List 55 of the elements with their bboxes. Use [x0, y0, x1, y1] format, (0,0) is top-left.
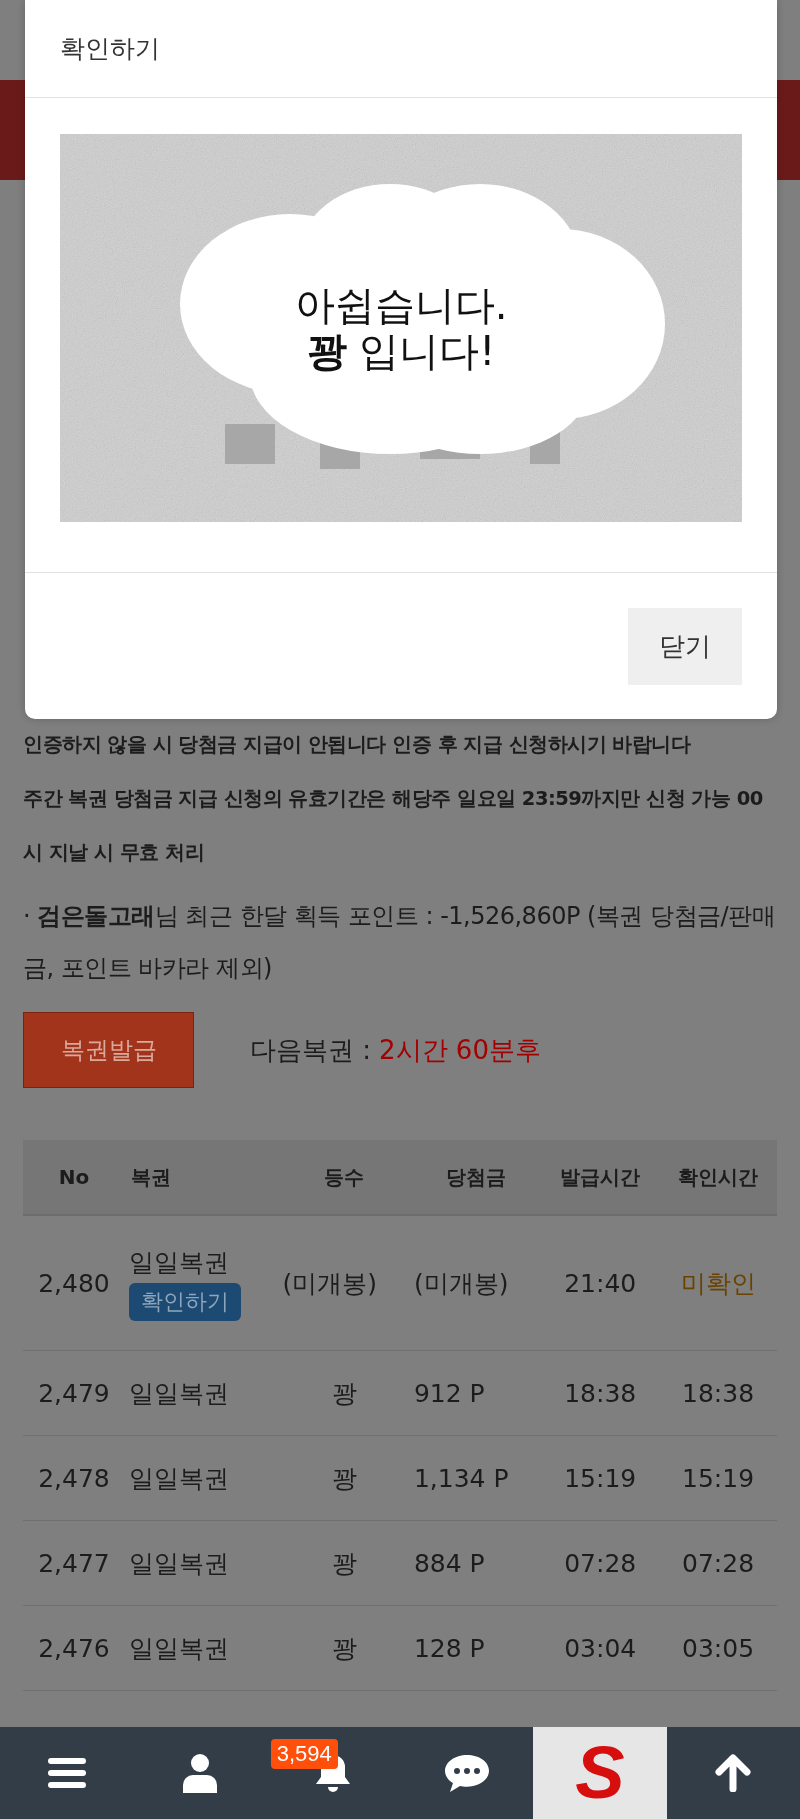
table-cell: 15:19	[659, 1435, 777, 1521]
menu-icon	[47, 1756, 86, 1790]
table-cell: 꽝	[278, 1605, 410, 1691]
close-button[interactable]: 닫기	[628, 607, 742, 685]
chat-icon	[443, 1753, 490, 1793]
logo: S	[575, 1736, 625, 1810]
table-cell: 21:40	[541, 1215, 660, 1351]
result-message: 꽝 입니다!	[306, 328, 496, 374]
table-cell: 1,134 P	[409, 1435, 542, 1521]
table-cell: 18:38	[659, 1350, 777, 1436]
column-header: No	[23, 1140, 125, 1215]
table-cell: 15:19	[541, 1435, 660, 1521]
column-header: 복권	[124, 1140, 279, 1215]
points-summary: · 검은돌고래님 최근 한달 획득 포인트 : -1,526,860P (복권 당첨금/판매금, 포인트 바카라 제외)	[23, 901, 777, 984]
user-icon	[183, 1753, 217, 1793]
issue-lottery-button[interactable]: 복권발급	[23, 1012, 194, 1088]
table-cell: 128 P	[409, 1605, 542, 1691]
dialog-title: 확인하기	[60, 33, 160, 65]
table-cell: (미개봉)	[278, 1215, 410, 1351]
next-lottery-time: 2시간 60분후	[379, 1033, 541, 1067]
table-cell: (미개봉)	[409, 1215, 542, 1351]
column-header: 확인시간	[659, 1140, 777, 1215]
table-cell: 2,480	[23, 1215, 125, 1351]
table-cell: 884 P	[409, 1520, 542, 1606]
notification-badge: 3,594	[270, 1739, 338, 1769]
table-cell: 일일복권	[124, 1435, 279, 1521]
table-cell: 꽝	[278, 1435, 410, 1521]
table-cell: 일일복권	[128, 1247, 229, 1277]
table-cell: 꽝	[278, 1520, 410, 1606]
table-cell: 일일복권	[124, 1520, 279, 1606]
table-cell: 03:04	[541, 1605, 660, 1691]
check-button[interactable]: 확인하기	[128, 1282, 241, 1321]
next-lottery-label: 다음복권 :	[250, 1033, 372, 1067]
nav-button[interactable]: 3,594	[266, 1727, 400, 1819]
table-cell: 2,477	[23, 1520, 125, 1606]
notice-text: 주간 복권 당첨금 지급 신청의 유효기간은 해당주 일요일 23:59까지만 신청 가능 00시 지날 시 무효 처리	[23, 786, 764, 866]
table-cell: 꽝	[278, 1350, 410, 1436]
table-cell: 912 P	[409, 1350, 542, 1436]
table-cell: 18:38	[541, 1350, 660, 1436]
status-text: 미확인	[659, 1215, 777, 1351]
table-cell: 2,479	[23, 1350, 125, 1436]
table-cell: 2,478	[23, 1435, 125, 1521]
result-message: 아쉽습니다.	[294, 282, 508, 328]
column-header: 등수	[278, 1140, 410, 1215]
table-cell: 03:05	[659, 1605, 777, 1691]
table-cell: 07:28	[659, 1520, 777, 1606]
column-header: 발급시간	[541, 1140, 660, 1215]
logo-button[interactable]: S	[533, 1727, 667, 1819]
notice-text: 인증하지 않을 시 당첨금 지급이 안됩니다 인증 후 지급 신청하시기 바랍니다	[23, 732, 692, 758]
table-cell: 일일복권	[124, 1350, 279, 1436]
arrow-up-icon	[714, 1754, 753, 1792]
table-cell: 2,476	[23, 1605, 125, 1691]
table-cell: 07:28	[541, 1520, 660, 1606]
column-header: 당첨금	[409, 1140, 542, 1215]
table-cell: 일일복권	[124, 1605, 279, 1691]
